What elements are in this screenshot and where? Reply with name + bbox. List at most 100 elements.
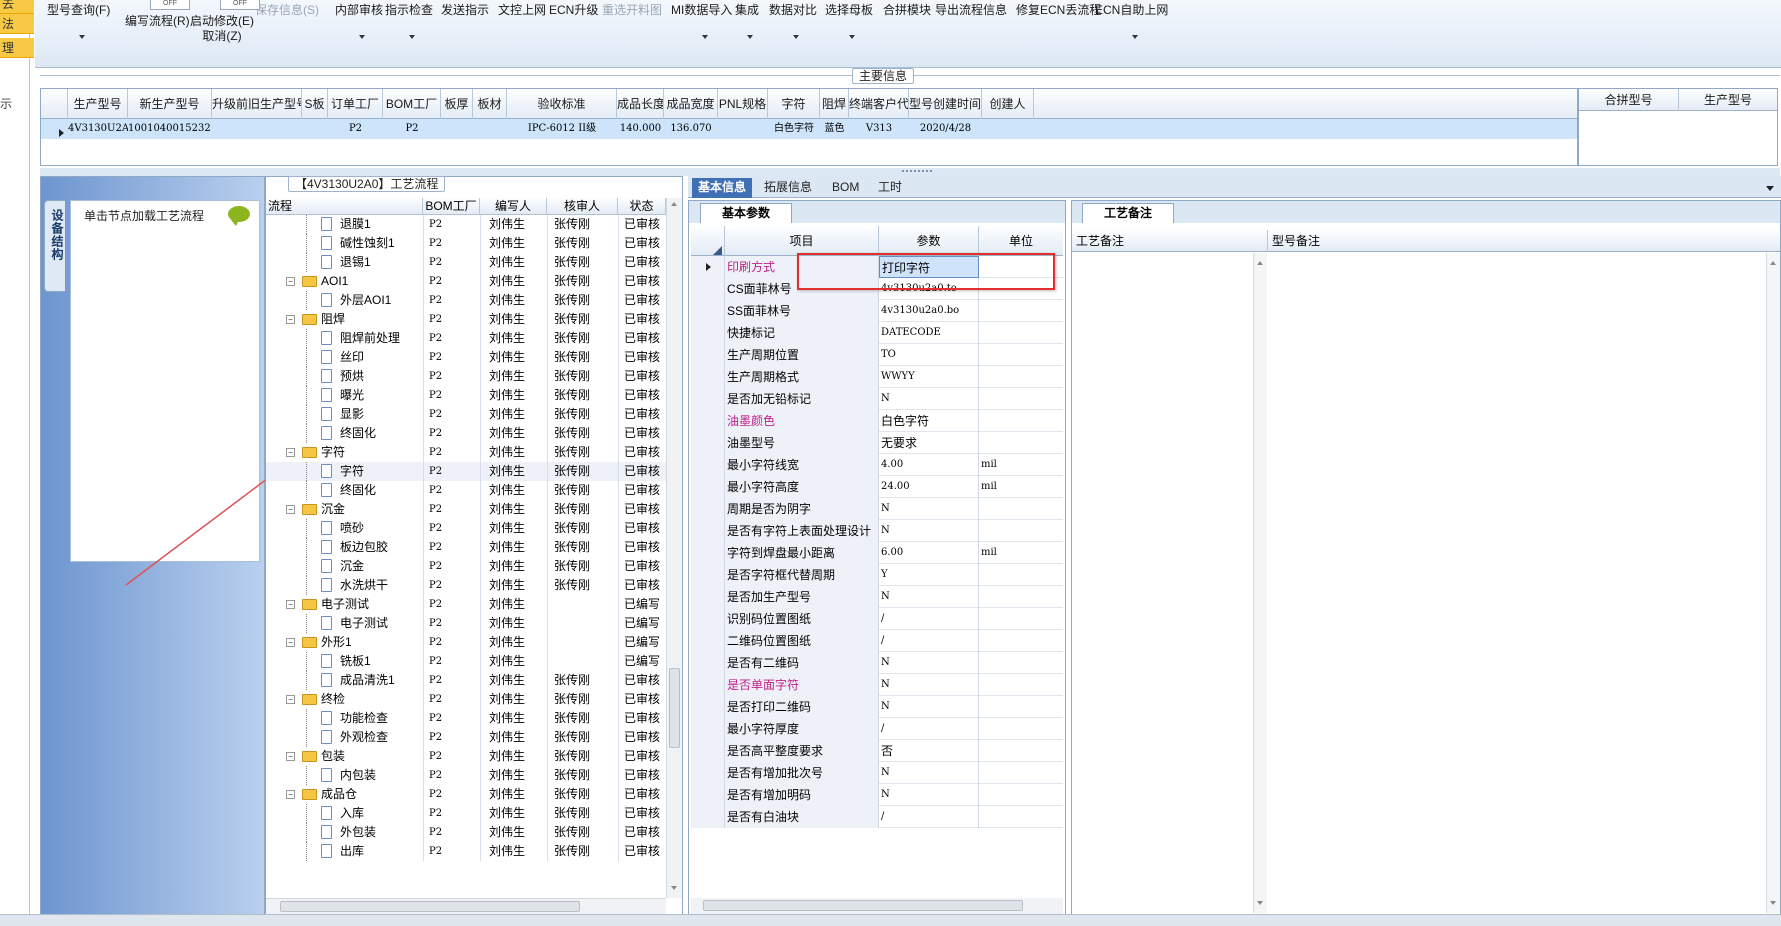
main-info-cell[interactable]: 136.070: [664, 119, 718, 139]
toolbar-button-3[interactable]: 保存信息(S): [255, 3, 319, 18]
toggle-switch[interactable]: OFF: [150, 0, 190, 10]
tab-device-structure[interactable]: 设备结构: [44, 200, 65, 292]
param-value[interactable]: 否: [879, 740, 979, 762]
flow-col-4[interactable]: 状态: [618, 198, 666, 215]
flow-row[interactable]: 板边包胶 P2 刘伟生 张传刚 已审核: [266, 538, 666, 557]
main-info-cell[interactable]: P2: [383, 119, 441, 139]
main-info-cell[interactable]: [718, 119, 768, 139]
tab-2[interactable]: BOM: [826, 178, 865, 198]
param-row[interactable]: 快捷标记 DATECODE: [691, 322, 1063, 344]
main-info-cell[interactable]: 蓝色: [820, 119, 849, 139]
main-info-cell[interactable]: 10010400152321: [128, 119, 212, 139]
flow-horizontal-scrollbar[interactable]: [266, 898, 666, 914]
toolbar-button-15[interactable]: 导出流程信息: [935, 3, 1007, 18]
param-value[interactable]: Y: [879, 564, 979, 586]
main-info-col[interactable]: 字符: [768, 89, 820, 119]
param-value[interactable]: N: [879, 388, 979, 410]
collapse-icon[interactable]: −: [286, 505, 295, 514]
model-notes-scrollbar[interactable]: [1766, 253, 1780, 913]
flow-hscroll-thumb[interactable]: [280, 901, 580, 912]
flow-row[interactable]: − 阻焊 P2 刘伟生 张传刚 已审核: [266, 310, 666, 329]
param-value[interactable]: N: [879, 696, 979, 718]
sidebar-item-2[interactable]: 理: [0, 38, 34, 58]
flow-row[interactable]: − AOI1 P2 刘伟生 张传刚 已审核: [266, 272, 666, 291]
flow-vertical-scrollbar[interactable]: [666, 198, 682, 898]
param-value[interactable]: N: [879, 674, 979, 696]
main-info-cell[interactable]: IPC-6012 II级: [507, 119, 617, 139]
toolbar-button-6[interactable]: 发送指示: [441, 3, 489, 18]
param-row[interactable]: 油墨型号 无要求: [691, 432, 1063, 454]
param-row[interactable]: 是否高平整度要求否: [691, 740, 1063, 762]
flow-col-1[interactable]: BOM工厂: [423, 198, 480, 215]
toolbar-button-2[interactable]: 启动修改(E) 取消(Z): [190, 14, 254, 44]
param-value[interactable]: WWYY: [879, 366, 979, 388]
param-row[interactable]: 最小字符厚度 /: [691, 718, 1063, 740]
param-value[interactable]: 6.00: [879, 542, 979, 564]
main-info-cell[interactable]: [982, 119, 1034, 139]
flow-row[interactable]: 水洗烘干 P2 刘伟生 张传刚 已审核: [266, 576, 666, 595]
param-row[interactable]: 生产周期位置 TO: [691, 344, 1063, 366]
param-value[interactable]: 无要求: [879, 432, 979, 454]
collapse-icon[interactable]: −: [286, 752, 295, 761]
param-row[interactable]: 二维码位置图纸 /: [691, 630, 1063, 652]
flow-row[interactable]: 曝光 P2 刘伟生 张传刚 已审核: [266, 386, 666, 405]
main-info-col[interactable]: S板: [302, 89, 328, 119]
main-info-col[interactable]: 终端客户代码: [849, 89, 909, 119]
flow-row[interactable]: 外层AOI1 P2 刘伟生 张传刚 已审核: [266, 291, 666, 310]
collapse-icon[interactable]: −: [286, 790, 295, 799]
main-info-col[interactable]: 成品宽度: [664, 89, 718, 119]
param-row[interactable]: 生产周期格式 WWYY: [691, 366, 1063, 388]
flow-row[interactable]: 终固化 P2 刘伟生 张传刚 已审核: [266, 424, 666, 443]
main-info-col[interactable]: 验收标准: [507, 89, 617, 119]
param-value[interactable]: 24.00: [879, 476, 979, 498]
flow-row[interactable]: 阻焊前处理 P2 刘伟生 张传刚 已审核: [266, 329, 666, 348]
params-hscroll-thumb[interactable]: [703, 900, 1023, 911]
main-info-col[interactable]: 生产型号: [68, 89, 128, 119]
flow-col-3[interactable]: 核审人: [547, 198, 618, 215]
flow-row[interactable]: 外包装 P2 刘伟生 张传刚 已审核: [266, 823, 666, 842]
toolbar-button-16[interactable]: 修复ECN丢流程: [1016, 3, 1101, 18]
toolbar-button-11[interactable]: 集成: [735, 3, 759, 39]
flow-row[interactable]: 成品清洗1 P2 刘伟生 张传刚 已审核: [266, 671, 666, 690]
flow-row[interactable]: − 成品仓 P2 刘伟生 张传刚 已审核: [266, 785, 666, 804]
param-row[interactable]: 最小字符高度 24.00 mil: [691, 476, 1063, 498]
param-row[interactable]: 周期是否为阴字 N: [691, 498, 1063, 520]
main-info-cell[interactable]: V313: [849, 119, 909, 139]
main-info-col[interactable]: 型号创建时间: [909, 89, 982, 119]
flow-row[interactable]: 喷砂 P2 刘伟生 张传刚 已审核: [266, 519, 666, 538]
toolbar-button-0[interactable]: 型号查询(F): [47, 3, 110, 39]
main-info-cell[interactable]: [441, 119, 473, 139]
collapse-icon[interactable]: −: [286, 448, 295, 457]
toolbar-button-13[interactable]: 选择母板: [825, 3, 873, 39]
flow-col-0[interactable]: 流程: [266, 198, 423, 215]
main-info-cell[interactable]: P2: [328, 119, 383, 139]
param-row[interactable]: 是否字符框代替周期 Y: [691, 564, 1063, 586]
params-col-2[interactable]: 单位: [979, 226, 1063, 256]
param-row[interactable]: 油墨颜色 白色字符: [691, 410, 1063, 432]
flow-scroll-thumb[interactable]: [669, 668, 680, 748]
flow-row[interactable]: 电子测试 P2 刘伟生 已编写: [266, 614, 666, 633]
main-info-col[interactable]: PNL规格: [718, 89, 768, 119]
flow-row[interactable]: 退锡1 P2 刘伟生 张传刚 已审核: [266, 253, 666, 272]
param-row[interactable]: 是否加生产型号 N: [691, 586, 1063, 608]
param-row[interactable]: 识别码位置图纸 /: [691, 608, 1063, 630]
param-value[interactable]: 白色字符: [879, 410, 979, 432]
toolbar-button-17[interactable]: ECN自助上网: [1095, 3, 1168, 39]
col-production-model[interactable]: 生产型号: [1679, 89, 1777, 111]
collapse-icon[interactable]: −: [286, 600, 295, 609]
params-col-0[interactable]: 项目: [725, 226, 879, 256]
flow-row[interactable]: 沉金 P2 刘伟生 张传刚 已审核: [266, 557, 666, 576]
flow-row[interactable]: 外观检查 P2 刘伟生 张传刚 已审核: [266, 728, 666, 747]
main-info-cell[interactable]: [302, 119, 328, 139]
param-value[interactable]: N: [879, 520, 979, 542]
flow-row[interactable]: 功能检查 P2 刘伟生 张传刚 已审核: [266, 709, 666, 728]
param-value[interactable]: TO: [879, 344, 979, 366]
toolbar-button-9[interactable]: 重选开料图: [602, 3, 662, 18]
flow-row[interactable]: − 沉金 P2 刘伟生 张传刚 已审核: [266, 500, 666, 519]
toolbar-button-10[interactable]: MI数据导入: [671, 3, 732, 39]
toolbar-button-8[interactable]: ECN升级: [549, 3, 598, 18]
main-info-col[interactable]: 板材: [473, 89, 507, 119]
flow-row[interactable]: 碱性蚀刻1 P2 刘伟生 张传刚 已审核: [266, 234, 666, 253]
param-value[interactable]: DATECODE: [879, 322, 979, 344]
flow-row[interactable]: − 电子测试 P2 刘伟生 已编写: [266, 595, 666, 614]
